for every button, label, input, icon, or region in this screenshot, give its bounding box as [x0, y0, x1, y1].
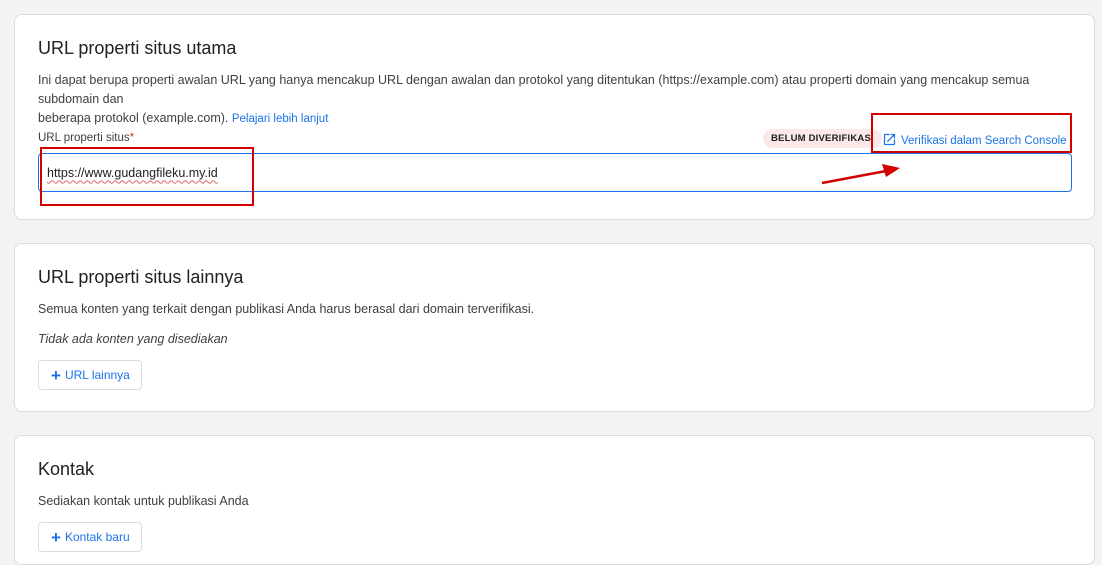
site-url-value: https://www.gudangfileku.my.id [47, 165, 218, 180]
url-field-label-text: URL properti situs [38, 132, 130, 144]
primary-url-card: URL properti situs utama Ini dapat berup… [14, 14, 1095, 220]
site-url-input[interactable]: https://www.gudangfileku.my.id [38, 153, 1072, 192]
open-in-new-icon [882, 132, 897, 150]
description-line-1: Ini dapat berupa properti awalan URL yan… [38, 73, 1030, 106]
other-urls-card: URL properti situs lainnya Semua konten … [14, 243, 1095, 412]
other-urls-title: URL properti situs lainnya [38, 267, 244, 287]
verify-in-search-console-link[interactable]: Verifikasi dalam Search Console [882, 132, 1067, 150]
learn-more-link[interactable]: Pelajari lebih lanjut [232, 113, 329, 125]
other-urls-description: Semua konten yang terkait dengan publika… [38, 302, 535, 316]
url-field-label: URL properti situs* [38, 132, 134, 144]
required-mark: * [129, 132, 135, 144]
unverified-status-badge: BELUM DIVERIFIKASI [763, 129, 882, 148]
contact-title: Kontak [38, 459, 95, 479]
add-contact-label: Kontak baru [64, 530, 130, 544]
contact-card: Kontak Sediakan kontak untuk publikasi A… [14, 435, 1095, 565]
plus-icon: + [51, 527, 61, 547]
plus-icon: + [51, 365, 61, 385]
description-line-2: beberapa protokol (example.com). [38, 111, 229, 125]
primary-url-title: URL properti situs utama [38, 38, 237, 58]
add-url-button[interactable]: + URL lainnya [38, 360, 142, 390]
add-url-label: URL lainnya [64, 368, 130, 382]
add-contact-button[interactable]: + Kontak baru [38, 522, 142, 552]
empty-content-text: Tidak ada konten yang disediakan [38, 332, 228, 346]
primary-url-description: Ini dapat berupa properti awalan URL yan… [38, 71, 1078, 129]
verify-link-label: Verifikasi dalam Search Console [901, 135, 1067, 147]
contact-description: Sediakan kontak untuk publikasi Anda [38, 494, 249, 508]
